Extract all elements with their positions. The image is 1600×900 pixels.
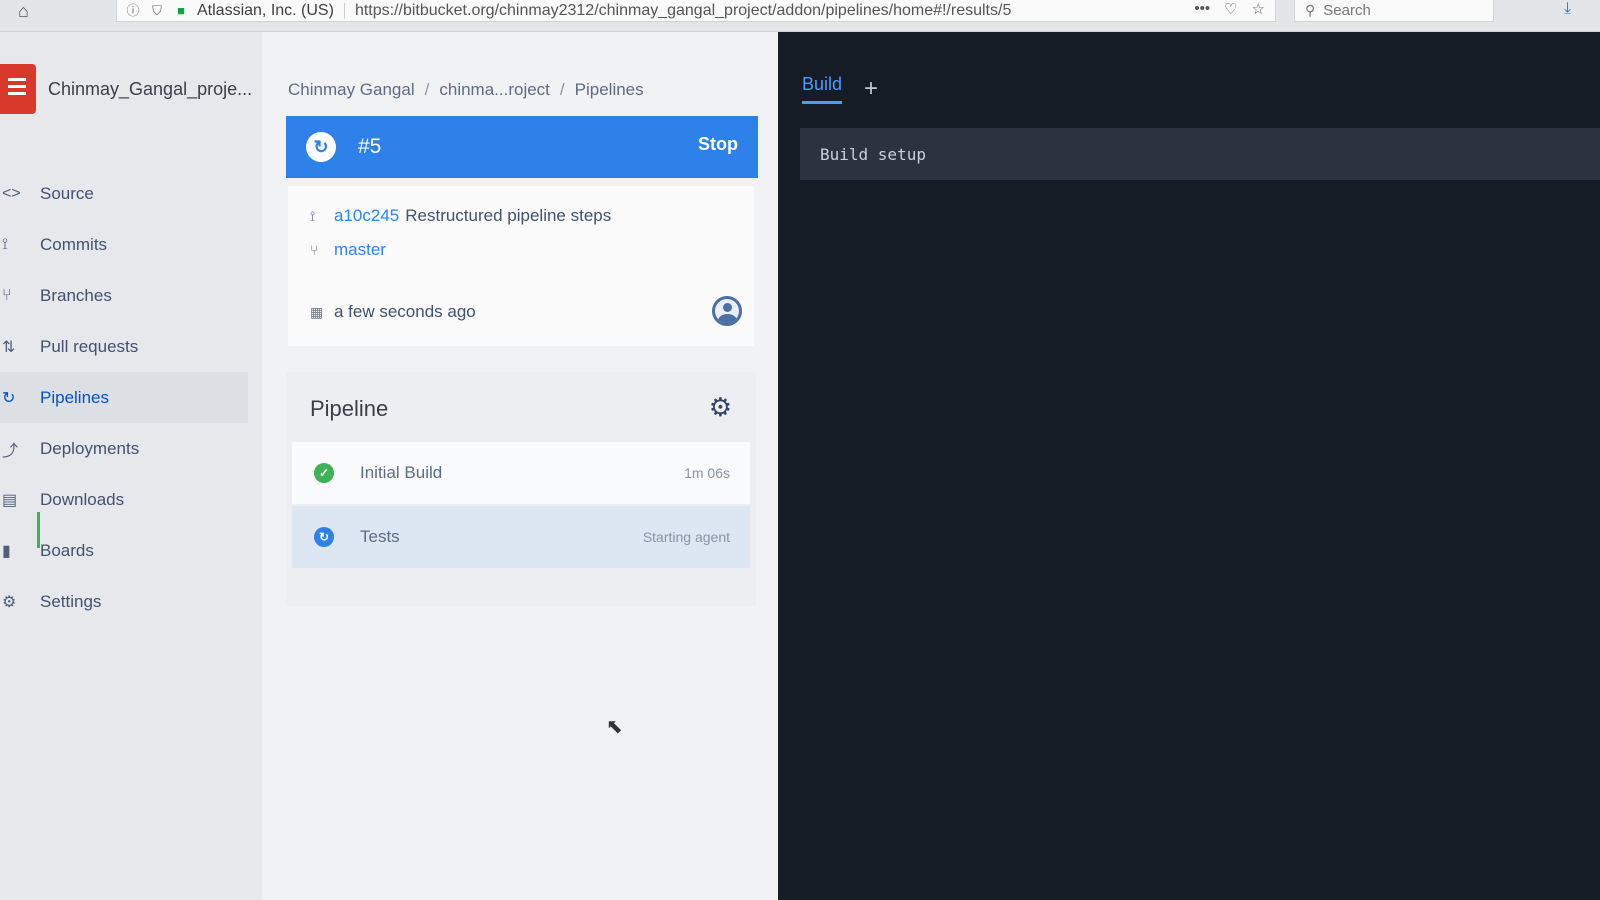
- bookmark-star-icon[interactable]: ☆: [1252, 0, 1265, 18]
- stop-button[interactable]: Stop: [698, 134, 738, 155]
- commit-message: Restructured pipeline steps: [405, 206, 612, 225]
- sidebar-item-deployments[interactable]: ⤴ Deployments: [0, 423, 248, 474]
- sidebar-item-pull-requests[interactable]: ⇅ Pull requests: [0, 321, 248, 372]
- shield-icon[interactable]: ⛉: [149, 3, 165, 19]
- url-actions: ••• ♡ ☆: [1194, 0, 1265, 18]
- pipelines-icon: ↻: [2, 389, 16, 407]
- site-identity: Atlassian, Inc. (US): [197, 1, 334, 19]
- settings-icon: ⚙: [2, 593, 17, 611]
- pipeline-result-panel: Chinmay Gangal / chinma...roject / Pipelines…: [262, 32, 778, 900]
- downloads-icon: ▤: [2, 491, 18, 509]
- url-text[interactable]: https://bitbucket.org/chinmay2312/chinma…: [355, 2, 1011, 20]
- commit-icon: ⟟: [310, 207, 316, 224]
- browser-search-input[interactable]: ⚲ Search: [1294, 0, 1494, 22]
- add-tab-icon[interactable]: +: [864, 77, 878, 101]
- branch-link[interactable]: master: [334, 240, 386, 260]
- breadcrumb-separator: /: [424, 80, 430, 99]
- sidebar-item-settings[interactable]: ⚙ Settings: [0, 576, 248, 627]
- pipeline-title: Pipeline: [310, 396, 389, 421]
- commit-row: ⟟ a10c245 Restructured pipeline steps: [310, 206, 611, 226]
- run-number: #5: [358, 135, 382, 158]
- branch-icon: ⑂: [2, 286, 12, 304]
- commit-card: ⟟ a10c245 Restructured pipeline steps ⑂ …: [288, 186, 754, 346]
- breadcrumb: Chinmay Gangal / chinma...roject / Pipelines: [288, 80, 644, 100]
- breadcrumb-separator: /: [559, 80, 565, 99]
- sidebar-item-pipelines[interactable]: ↻ Pipelines: [0, 372, 248, 423]
- build-log-panel: Build + Build setup: [778, 32, 1600, 900]
- code-icon: <>: [2, 184, 21, 202]
- project-avatar: [0, 64, 36, 114]
- breadcrumb-owner[interactable]: Chinmay Gangal: [288, 80, 415, 99]
- time-row: ▦ a few seconds ago: [310, 302, 476, 322]
- pull-request-icon: ⇅: [2, 338, 16, 356]
- download-icon[interactable]: ⤓: [1564, 0, 1571, 18]
- log-section-title: Build setup: [820, 144, 926, 164]
- gear-icon[interactable]: ⚙: [709, 392, 732, 423]
- sidebar-item-label: Pull requests: [40, 336, 139, 356]
- commit-icon: ⟟: [2, 235, 8, 253]
- sidebar-item-label: Downloads: [40, 489, 125, 509]
- pipeline-steps-card: Pipeline ⚙ ✓ Initial Build 1m 06s ↻ Test…: [286, 372, 756, 606]
- pocket-icon[interactable]: ♡: [1224, 0, 1237, 18]
- sidebar-item-label: Settings: [40, 591, 102, 611]
- sidebar-item-label: Deployments: [40, 438, 140, 458]
- sidebar-item-label: Boards: [40, 540, 94, 560]
- mouse-pointer-icon: ⬉: [606, 716, 623, 738]
- search-icon: ⚲: [1305, 2, 1316, 18]
- boards-icon: ▮: [2, 542, 11, 560]
- page-actions-icon[interactable]: •••: [1194, 0, 1210, 18]
- project-nav: <> Source ⟟ Commits ⑂ Branches ⇅ Pull reques…: [0, 168, 248, 627]
- sidebar-item-branches[interactable]: ⑂ Branches: [0, 270, 248, 321]
- sidebar-item-label: Source: [40, 183, 94, 203]
- sidebar-item-label: Pipelines: [40, 387, 109, 407]
- step-name: Initial Build: [360, 463, 443, 482]
- sidebar-item-source[interactable]: <> Source: [0, 168, 248, 219]
- branch-icon: ⑂: [310, 242, 319, 258]
- step-connector-line: [37, 512, 40, 548]
- divider: [343, 2, 345, 19]
- commit-hash-link[interactable]: a10c245: [334, 206, 399, 226]
- run-time: a few seconds ago: [334, 302, 476, 321]
- step-duration: 1m 06s: [684, 465, 730, 481]
- step-name: Tests: [360, 527, 400, 546]
- calendar-icon: ▦: [310, 303, 324, 320]
- branch-row: ⑂ master: [310, 240, 386, 260]
- avatar[interactable]: [712, 296, 742, 326]
- breadcrumb-pipelines[interactable]: Pipelines: [575, 80, 644, 99]
- browser-toolbar: ⌂ ⓘ ⛉ ■ Atlassian, Inc. (US) https://bit…: [0, 0, 1600, 32]
- run-status-bar: ↻ #5 Stop: [286, 116, 758, 178]
- log-section-build-setup[interactable]: Build setup: [800, 128, 1600, 180]
- in-progress-icon: ↻: [306, 132, 336, 162]
- project-header[interactable]: Chinmay_Gangal_proje...: [0, 64, 252, 114]
- info-icon[interactable]: ⓘ: [125, 3, 141, 19]
- tab-build[interactable]: Build: [802, 74, 843, 104]
- search-placeholder: Search: [1323, 2, 1371, 19]
- project-name: Chinmay_Gangal_proje...: [48, 78, 253, 99]
- in-progress-icon: ↻: [314, 527, 334, 547]
- step-status: Starting agent: [642, 529, 730, 545]
- project-sidebar: Chinmay_Gangal_proje... <> Source ⟟ Commit…: [0, 32, 262, 900]
- address-bar[interactable]: ⓘ ⛉ ■ Atlassian, Inc. (US) https://bitbu…: [116, 0, 1276, 22]
- step-initial-build[interactable]: ✓ Initial Build 1m 06s: [292, 442, 750, 504]
- sidebar-item-commits[interactable]: ⟟ Commits: [0, 219, 248, 270]
- lock-icon: ■: [177, 2, 185, 18]
- success-check-icon: ✓: [314, 463, 334, 483]
- home-icon[interactable]: ⌂: [18, 2, 40, 24]
- log-tabs: Build +: [802, 74, 878, 104]
- step-tests[interactable]: ↻ Tests Starting agent: [292, 506, 750, 568]
- deployments-icon: ⤴: [2, 442, 19, 460]
- sidebar-item-label: Branches: [40, 285, 112, 305]
- breadcrumb-repo[interactable]: chinma...roject: [439, 80, 550, 99]
- sidebar-item-label: Commits: [40, 234, 108, 254]
